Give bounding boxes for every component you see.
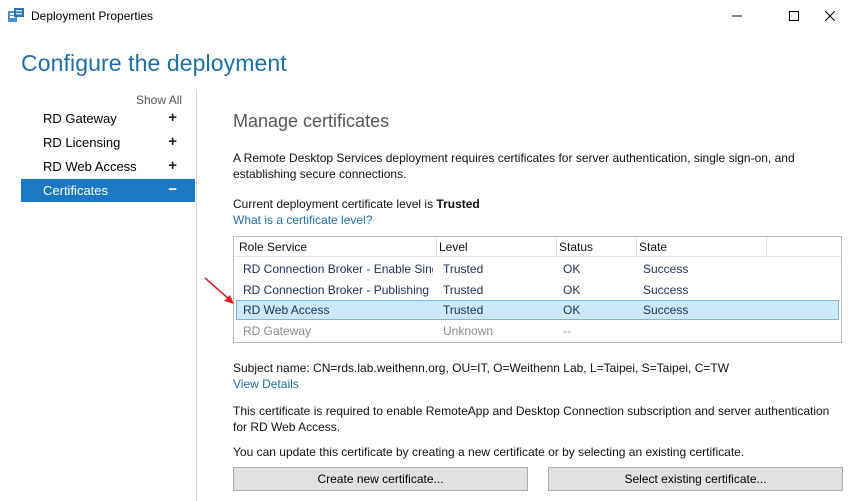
expand-icon: + [168, 133, 177, 150]
cell-role-service: RD Web Access [243, 303, 330, 317]
sidebar-item-label: RD Licensing [43, 135, 121, 150]
sidebar-item-rd-gateway[interactable]: RD Gateway + [21, 107, 195, 130]
table-row-selected[interactable]: RD Web Access Trusted OK Success [236, 300, 839, 320]
table-row[interactable]: RD Gateway Unknown -- [236, 321, 839, 341]
collapse-icon: − [168, 181, 177, 198]
sidebar-item-label: RD Web Access [43, 159, 137, 174]
cell-status: OK [563, 303, 581, 317]
sidebar-item-certificates[interactable]: Certificates − [21, 179, 195, 202]
update-instructions: You can update this certificate by creat… [233, 445, 745, 459]
certificate-requirement-description: A Remote Desktop Services deployment req… [233, 151, 795, 181]
cell-status: OK [563, 283, 581, 297]
cell-status: -- [563, 324, 571, 338]
cell-role-service: RD Connection Broker - Publishing [243, 283, 430, 297]
table-header: Role Service Level Status State [234, 237, 841, 257]
cell-state: Success [643, 283, 689, 297]
minimize-button[interactable] [714, 0, 760, 31]
cell-level: Trusted [443, 262, 484, 276]
table-row[interactable]: RD Connection Broker - Enable Single Sig… [236, 259, 839, 279]
column-header-role-service[interactable]: Role Service [239, 240, 307, 254]
certificate-level-prefix: Current deployment certificate level is [233, 197, 437, 211]
window-title: Deployment Properties [31, 9, 154, 23]
minimize-icon [732, 15, 742, 16]
close-button[interactable] [807, 0, 853, 31]
sidebar-item-label: Certificates [43, 183, 109, 198]
page-title: Configure the deployment [21, 50, 287, 76]
cell-role-service: RD Gateway [243, 324, 312, 338]
annotation-arrow-icon [203, 276, 237, 309]
sidebar-item-rd-web-access[interactable]: RD Web Access + [21, 155, 195, 178]
certificates-table[interactable]: Role Service Level Status State RD Conne… [233, 236, 842, 343]
create-new-certificate-button[interactable]: Create new certificate... [233, 467, 528, 491]
section-title: Manage certificates [233, 111, 390, 131]
cell-level: Trusted [443, 283, 484, 297]
select-existing-certificate-button[interactable]: Select existing certificate... [548, 467, 843, 491]
table-row[interactable]: RD Connection Broker - Publishing Truste… [236, 280, 839, 300]
certificate-level-line: Current deployment certificate level is … [233, 197, 480, 211]
subject-name: Subject name: CN=rds.lab.weithenn.org, O… [233, 361, 730, 375]
certificate-purpose-description: This certificate is required to enable R… [233, 404, 830, 434]
cell-role-service: RD Connection Broker - Enable Single Sig… [243, 262, 433, 276]
deployment-properties-icon [8, 8, 24, 22]
certificate-level-help-link[interactable]: What is a certificate level? [233, 213, 372, 227]
column-header-status[interactable]: Status [559, 240, 593, 254]
column-separator[interactable] [556, 237, 557, 257]
column-separator[interactable] [436, 237, 437, 257]
close-icon [825, 10, 835, 21]
cell-state: Success [643, 303, 689, 317]
maximize-icon [789, 10, 799, 21]
show-all-link[interactable]: Show All [136, 93, 182, 107]
sidebar-item-rd-licensing[interactable]: RD Licensing + [21, 131, 195, 154]
column-separator[interactable] [766, 237, 767, 257]
expand-icon: + [168, 109, 177, 126]
cell-status: OK [563, 262, 581, 276]
cell-level: Unknown [443, 324, 494, 338]
column-separator[interactable] [636, 237, 637, 257]
cell-level: Trusted [443, 303, 484, 317]
certificate-level-value: Trusted [436, 197, 480, 211]
title-bar: Deployment Properties [0, 0, 853, 31]
view-details-link[interactable]: View Details [233, 377, 299, 391]
column-header-state[interactable]: State [639, 240, 667, 254]
sidebar-item-label: RD Gateway [43, 111, 117, 126]
cell-state: Success [643, 262, 689, 276]
column-header-level[interactable]: Level [439, 240, 468, 254]
sidebar-divider [196, 91, 197, 501]
expand-icon: + [168, 157, 177, 174]
